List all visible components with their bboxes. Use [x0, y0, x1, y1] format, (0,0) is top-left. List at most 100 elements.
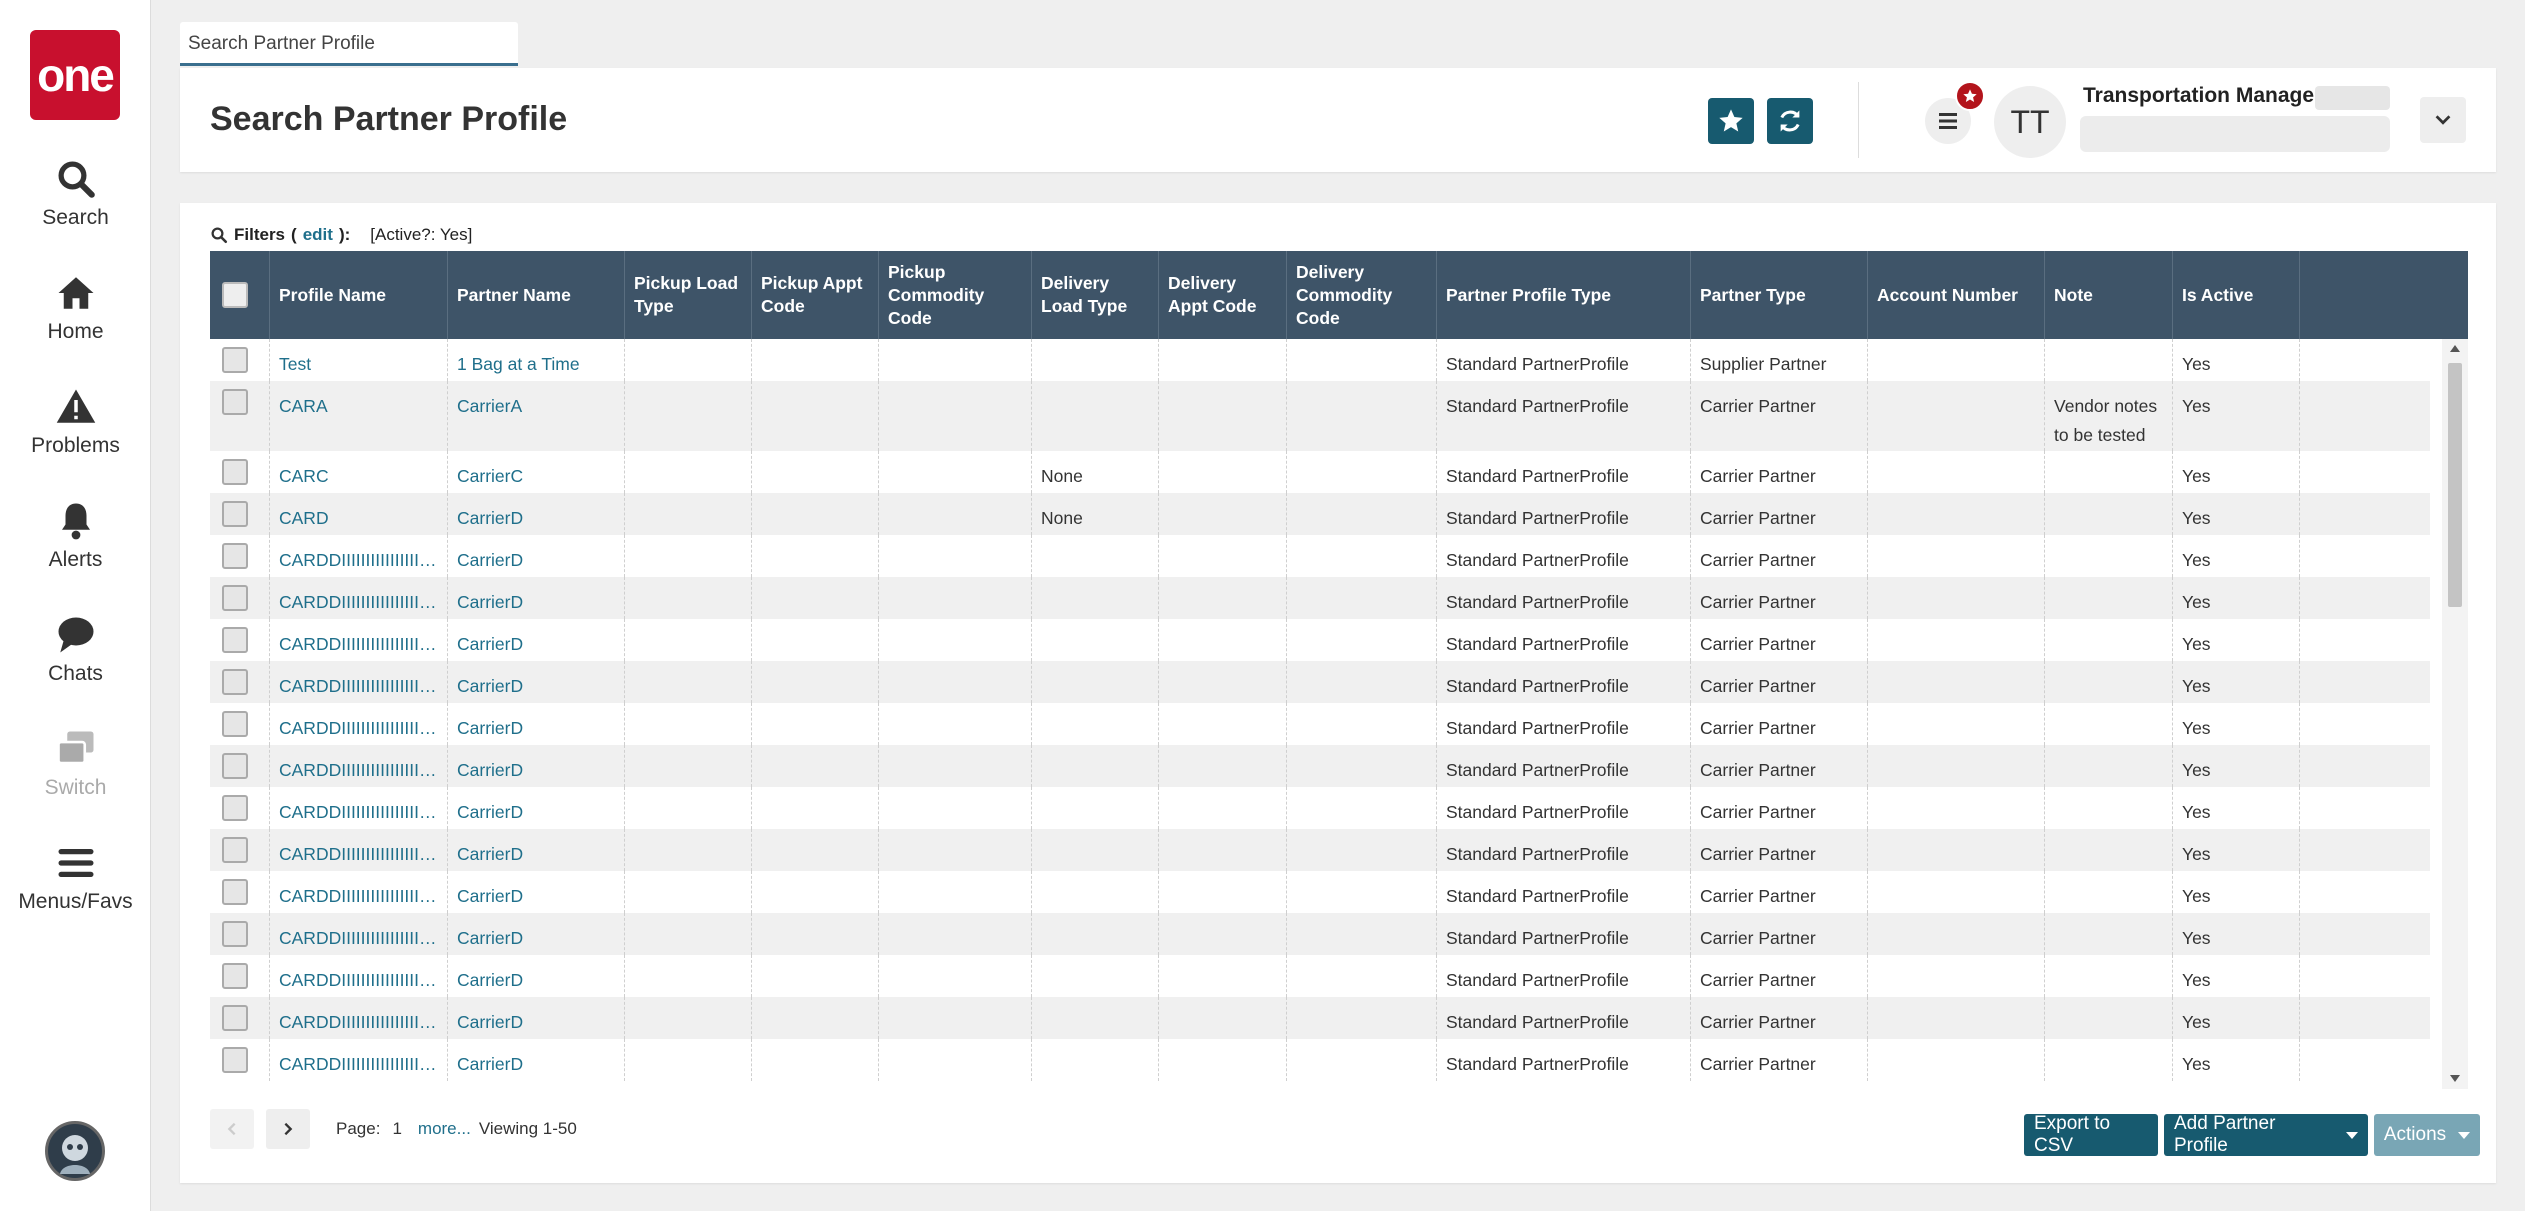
nav-problems[interactable]: Problems	[0, 386, 151, 476]
cell-pickup-appt-code	[752, 493, 879, 535]
nav-menus-favs[interactable]: Menus/Favs	[0, 842, 151, 932]
cell-delivery-commodity-code	[1287, 1039, 1437, 1081]
table-row[interactable]: CARDDIIIIIIIIIIIIIIIIIIIIIIIII...Carrier…	[210, 703, 2430, 745]
select-all-checkbox[interactable]	[222, 282, 248, 308]
cell-partner-name[interactable]: CarrierD	[448, 1039, 625, 1081]
column-header-pickup-commodity-code[interactable]: Pickup Commodity Code	[879, 251, 1032, 339]
assistant-avatar[interactable]	[45, 1121, 105, 1181]
cell-profile-name[interactable]: CARDDIIIIIIIIIIIIIIIIIIIIIIIII...	[270, 577, 448, 619]
column-header-partner-type[interactable]: Partner Type	[1691, 251, 1868, 339]
cell-profile-name[interactable]: CARDDIIIIIIIIIIIIIIIIIIIIIIIII...	[270, 535, 448, 577]
table-row[interactable]: CARDDIIIIIIIIIIIIIIIIIIIIIIIII...Carrier…	[210, 661, 2430, 703]
cell-partner-name[interactable]: CarrierD	[448, 955, 625, 997]
table-row[interactable]: CARDDIIIIIIIIIIIIIIIIIIIIIIIII...Carrier…	[210, 1039, 2430, 1081]
more-pages-link[interactable]: more...	[418, 1119, 471, 1139]
cell-profile-name[interactable]: CARA	[270, 381, 448, 451]
cell-partner-name[interactable]: CarrierD	[448, 871, 625, 913]
table-row[interactable]: CARDDIIIIIIIIIIIIIIIIIIIIIIIII...Carrier…	[210, 871, 2430, 913]
cell-partner-name[interactable]: CarrierD	[448, 535, 625, 577]
table-row[interactable]: CARDDIIIIIIIIIIIIIIIIIIIIIIIII...Carrier…	[210, 619, 2430, 661]
cell-partner-name[interactable]: CarrierD	[448, 787, 625, 829]
cell-profile-name[interactable]: CARDDIIIIIIIIIIIIIIIIIIIIIIIII...	[270, 997, 448, 1039]
scroll-up-arrow[interactable]	[2450, 345, 2460, 352]
column-header-note[interactable]: Note	[2045, 251, 2173, 339]
scrollbar-thumb[interactable]	[2448, 363, 2462, 607]
cell-profile-name[interactable]: CARDDIIIIIIIIIIIIIIIIIIIIIIIII...	[270, 661, 448, 703]
cell-profile-name[interactable]: CARDDIIIIIIIIIIIIIIIIIIIIIIIII...	[270, 787, 448, 829]
cell-partner-name[interactable]: CarrierC	[448, 451, 625, 493]
cell-profile-name[interactable]: CARDDIIIIIIIIIIIIIIIIIIIIIIIII...	[270, 619, 448, 661]
cell-partner-name[interactable]: CarrierD	[448, 493, 625, 535]
cell-profile-name[interactable]: CARDDIIIIIIIIIIIIIIIIIIIIIIIII...	[270, 913, 448, 955]
cell-pickup-appt-code	[752, 913, 879, 955]
table-row[interactable]: CARA CarrierA Standard PartnerProfile Carri…	[210, 381, 2430, 451]
export-to-csv-button[interactable]: Export to CSV	[2024, 1113, 2158, 1156]
column-header-partner-name[interactable]: Partner Name	[448, 251, 625, 339]
nav-alerts[interactable]: Alerts	[0, 500, 151, 590]
table-row[interactable]: Test 1 Bag at a Time Standard PartnerProfi…	[210, 339, 2430, 381]
cell-partner-name[interactable]: CarrierA	[448, 381, 625, 451]
nav-chats[interactable]: Chats	[0, 614, 151, 704]
table-row[interactable]: CARDDIIIIIIIIIIIIIIIIIIIIIIIII...Carrier…	[210, 829, 2430, 871]
cell-partner-name[interactable]: CarrierD	[448, 745, 625, 787]
column-header-account-number[interactable]: Account Number	[1868, 251, 2045, 339]
column-header-partner-profile-type[interactable]: Partner Profile Type	[1437, 251, 1691, 339]
cell-profile-name[interactable]: CARDDIIIIIIIIIIIIIIIIIIIIIIIII...	[270, 1039, 448, 1081]
prev-page-button[interactable]	[210, 1109, 254, 1149]
table-row[interactable]: CARDDIIIIIIIIIIIIIIIIIIIIIIIII...Carrier…	[210, 913, 2430, 955]
actions-button[interactable]: Actions	[2374, 1114, 2480, 1156]
table-row[interactable]: CARDDIIIIIIIIIIIIIIIIIIIIIIIII...Carrier…	[210, 955, 2430, 997]
table-row[interactable]: CARDDIIIIIIIIIIIIIIIIIIIIIIIII...Carrier…	[210, 787, 2430, 829]
column-header-delivery-load-type[interactable]: Delivery Load Type	[1032, 251, 1159, 339]
cell-profile-name[interactable]: CARC	[270, 451, 448, 493]
cell-partner-name[interactable]: CarrierD	[448, 913, 625, 955]
cell-profile-name[interactable]: CARD	[270, 493, 448, 535]
cell-profile-name[interactable]: Test	[270, 339, 448, 381]
cell-partner-name[interactable]: CarrierD	[448, 829, 625, 871]
nav-home[interactable]: Home	[0, 272, 151, 362]
column-header-pickup-appt-code[interactable]: Pickup Appt Code	[752, 251, 879, 339]
one-logo[interactable]: one	[30, 30, 120, 120]
next-page-button[interactable]	[266, 1109, 310, 1149]
cell-profile-name[interactable]: CARDDIIIIIIIIIIIIIIIIIIIIIIIII...	[270, 703, 448, 745]
cell-profile-name[interactable]: CARDDIIIIIIIIIIIIIIIIIIIIIIIII...	[270, 955, 448, 997]
cell-profile-name[interactable]: CARDDIIIIIIIIIIIIIIIIIIIIIIIII...	[270, 871, 448, 913]
table-row[interactable]: CARC CarrierC None Standard PartnerProfile C…	[210, 451, 2430, 493]
cell-partner-name[interactable]: CarrierD	[448, 619, 625, 661]
cell-partner-name[interactable]: 1 Bag at a Time	[448, 339, 625, 381]
refresh-button[interactable]	[1767, 98, 1813, 144]
cell-is-active: Yes	[2173, 787, 2300, 829]
cell-pickup-load-type	[625, 451, 752, 493]
user-avatar[interactable]: TT	[1994, 86, 2066, 158]
column-header-is-active[interactable]: Is Active	[2173, 251, 2300, 339]
nav-search[interactable]: Search	[0, 158, 151, 248]
table-row[interactable]: CARDDIIIIIIIIIIIIIIIIIIIIIIIII...Carrier…	[210, 997, 2430, 1039]
nav-home-label: Home	[47, 320, 104, 343]
cell-partner-name[interactable]: CarrierD	[448, 577, 625, 619]
favorite-button[interactable]	[1708, 98, 1754, 144]
column-header-pickup-load-type[interactable]: Pickup Load Type	[625, 251, 752, 339]
cell-delivery-commodity-code	[1287, 997, 1437, 1039]
table-row[interactable]: CARD CarrierD None Standard PartnerProfile C…	[210, 493, 2430, 535]
cell-delivery-appt-code	[1159, 661, 1287, 703]
add-partner-profile-button[interactable]: Add Partner Profile	[2164, 1113, 2368, 1156]
cell-profile-name[interactable]: CARDDIIIIIIIIIIIIIIIIIIIIIIIII...	[270, 745, 448, 787]
cell-delivery-commodity-code	[1287, 703, 1437, 745]
cell-partner-name[interactable]: CarrierD	[448, 661, 625, 703]
scroll-down-arrow[interactable]	[2450, 1075, 2460, 1082]
tab-search-partner-profile[interactable]: Search Partner Profile	[180, 22, 518, 66]
column-header-profile-name[interactable]: Profile Name	[270, 251, 448, 339]
cell-profile-name[interactable]: CARDDIIIIIIIIIIIIIIIIIIIIIIIII...	[270, 829, 448, 871]
cell-delivery-appt-code	[1159, 1039, 1287, 1081]
vertical-scrollbar[interactable]	[2442, 339, 2468, 1089]
cell-delivery-appt-code	[1159, 619, 1287, 661]
column-header-delivery-appt-code[interactable]: Delivery Appt Code	[1159, 251, 1287, 339]
table-row[interactable]: CARDDIIIIIIIIIIIIIIIIIIIIIIIII...Carrier…	[210, 535, 2430, 577]
column-header-delivery-commodity-code[interactable]: Delivery Commodity Code	[1287, 251, 1437, 339]
filters-edit-link[interactable]: edit	[303, 225, 333, 245]
cell-partner-name[interactable]: CarrierD	[448, 997, 625, 1039]
table-row[interactable]: CARDDIIIIIIIIIIIIIIIIIIIIIIIII...Carrier…	[210, 577, 2430, 619]
table-row[interactable]: CARDDIIIIIIIIIIIIIIIIIIIIIIIII...Carrier…	[210, 745, 2430, 787]
cell-partner-name[interactable]: CarrierD	[448, 703, 625, 745]
user-menu-dropdown[interactable]	[2420, 97, 2466, 143]
